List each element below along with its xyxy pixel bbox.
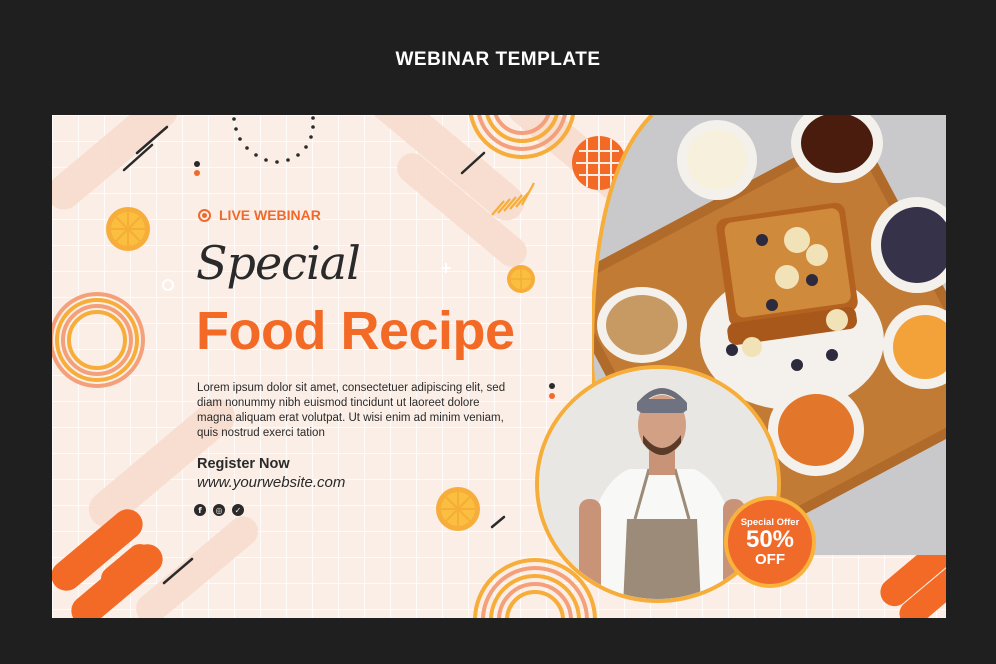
- page-heading: WEBINAR TEMPLATE: [395, 49, 601, 70]
- title-food-recipe: Food Recipe: [196, 301, 515, 361]
- offer-off: OFF: [755, 551, 785, 568]
- instagram-icon[interactable]: ◎: [213, 504, 225, 516]
- body-copy: Lorem ipsum dolor sit amet, consectetuer…: [197, 382, 506, 439]
- offer-percent: 50%: [745, 526, 795, 553]
- twitter-icon[interactable]: ✓: [232, 504, 244, 516]
- record-dot-icon: [198, 208, 211, 222]
- website-link[interactable]: www.yourwebsite.com: [197, 474, 345, 491]
- title-special: Special: [196, 236, 361, 290]
- live-webinar-badge: LIVE WEBINAR: [198, 207, 321, 223]
- live-webinar-label: LIVE WEBINAR: [219, 207, 321, 223]
- special-offer-badge: Special Offer 50% OFF: [724, 496, 816, 588]
- webinar-banner: LIVE WEBINAR Special Food Recipe Lorem i…: [52, 115, 946, 618]
- social-icons: f ◎ ✓: [194, 504, 244, 516]
- facebook-icon[interactable]: f: [194, 504, 206, 516]
- register-now-label: Register Now: [197, 456, 290, 472]
